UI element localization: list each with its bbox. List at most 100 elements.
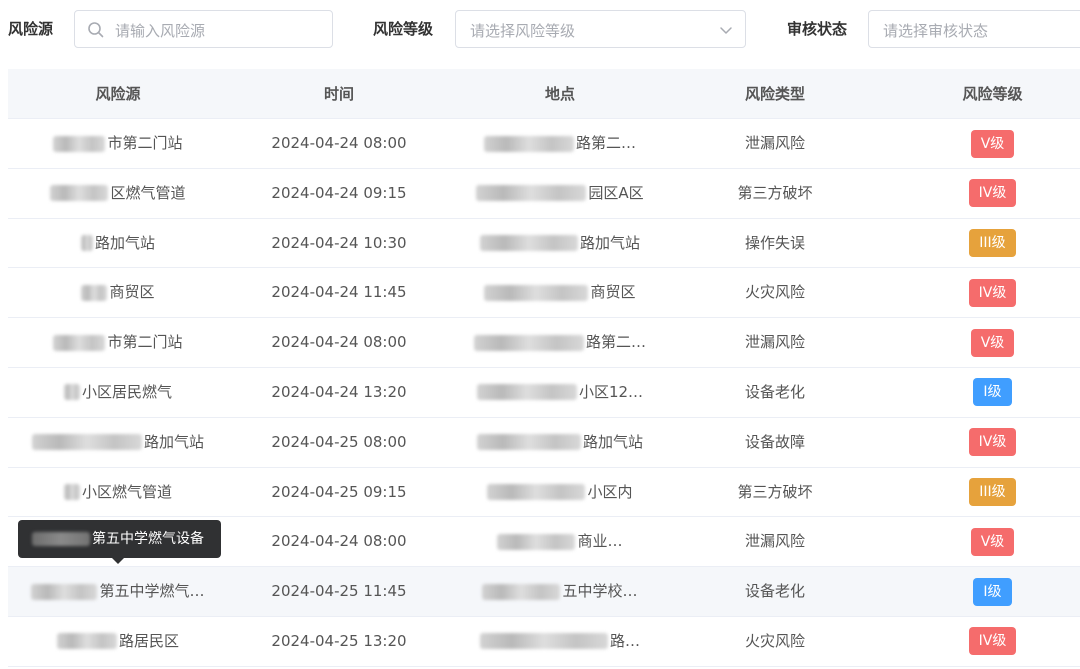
- chevron-down-icon: [720, 27, 732, 34]
- table-row[interactable]: 路加气站 2024-04-24 10:30 路加气站 操作失误 III级: [8, 218, 1080, 269]
- cell-location: 小区内: [450, 468, 670, 517]
- source-filter-label: 风险源: [8, 20, 54, 38]
- cell-time: 2024-04-25 11:45: [271, 582, 407, 601]
- status-select[interactable]: 请选择审核状态: [868, 10, 1080, 48]
- cell-location: 路…: [450, 617, 670, 666]
- redacted-text: [473, 334, 584, 351]
- risk-level-badge: V级: [970, 527, 1015, 556]
- level-filter-label: 风险等级: [373, 20, 434, 38]
- redacted-text: [487, 484, 586, 501]
- table-row[interactable]: 市第二门站 2024-04-24 08:00 路第二… 泄漏风险 V级: [8, 318, 1080, 368]
- cell-level: IV级: [880, 169, 1080, 218]
- redacted-text: [476, 384, 577, 401]
- redacted-text: [31, 434, 142, 451]
- cell-location: 路加气站: [450, 219, 670, 268]
- cell-source: 商贸区: [8, 268, 228, 317]
- cell-location: 路第二…: [450, 119, 670, 168]
- table-row[interactable]: 商贸区 2024-04-24 11:45 商贸区 火灾风险 IV级: [8, 268, 1080, 319]
- tooltip: 第五中学燃气设备: [18, 520, 221, 558]
- cell-level: V级: [880, 119, 1080, 168]
- cell-time: 2024-04-24 13:20: [271, 382, 407, 401]
- redacted-text: [476, 185, 587, 202]
- cell-source: 路居民区: [8, 617, 228, 666]
- table-row[interactable]: 路居民区 2024-04-25 13:20 路… 火灾风险 IV级: [8, 616, 1080, 667]
- redacted-text: [80, 235, 93, 252]
- cell-time: 2024-04-24 11:45: [271, 283, 407, 302]
- cell-level: I级: [880, 368, 1080, 417]
- cell-level: IV级: [880, 268, 1080, 317]
- header-level: 风险等级: [962, 85, 1023, 103]
- cell-type: 泄漏风险: [744, 532, 805, 551]
- cell-type: 设备老化: [744, 582, 805, 601]
- risk-level-badge: I级: [973, 577, 1012, 606]
- table-row[interactable]: 市第二门站 2024-04-24 08:00 路第二… 泄漏风险 V级: [8, 119, 1080, 169]
- cell-location: 商贸区: [450, 268, 670, 317]
- redacted-text: [63, 384, 80, 401]
- redacted-text: [483, 135, 574, 152]
- cell-level: IV级: [880, 617, 1080, 666]
- redacted-text: [81, 284, 108, 301]
- risk-level-badge: III级: [969, 478, 1016, 507]
- cell-level: I级: [880, 567, 1080, 616]
- cell-level: IV级: [880, 418, 1080, 467]
- cell-type: 第三方破坏: [737, 482, 813, 501]
- cell-type: 火灾风险: [744, 631, 805, 650]
- status-filter-label: 审核状态: [787, 20, 848, 38]
- cell-type: 泄漏风险: [744, 333, 805, 352]
- redacted-text: [32, 532, 90, 546]
- header-location: 地点: [544, 85, 575, 103]
- table-row[interactable]: 区燃气管道 2024-04-24 09:15 园区A区 第三方破坏 IV级: [8, 168, 1080, 219]
- filter-bar: 风险源 请输入风险源 风险等级 请选择风险等级 审核状态 请选择审核状态: [0, 0, 1080, 58]
- level-select[interactable]: 请选择风险等级: [455, 10, 746, 48]
- header-time: 时间: [323, 85, 354, 103]
- risk-level-badge: IV级: [968, 627, 1017, 656]
- redacted-text: [482, 583, 561, 600]
- header-type: 风险类型: [744, 85, 805, 103]
- cell-source: 小区居民燃气: [8, 368, 228, 417]
- cell-time: 2024-04-25 08:00: [271, 432, 407, 451]
- cell-level: V级: [880, 517, 1080, 566]
- cell-time: 2024-04-24 09:15: [271, 183, 407, 202]
- redacted-text: [53, 135, 106, 152]
- risk-level-badge: IV级: [968, 278, 1017, 307]
- cell-level: III级: [880, 219, 1080, 268]
- cell-location: 小区12…: [450, 368, 670, 417]
- risk-level-badge: I级: [973, 378, 1012, 407]
- cell-source: 区燃气管道: [8, 169, 228, 218]
- risk-level-badge: V级: [970, 328, 1015, 357]
- cell-type: 泄漏风险: [744, 134, 805, 152]
- cell-location: 五中学校…: [450, 567, 670, 616]
- table-header: 风险源 时间 地点 风险类型 风险等级: [8, 69, 1080, 119]
- redacted-text: [476, 434, 581, 451]
- cell-time: 2024-04-24 08:00: [271, 134, 407, 152]
- table-row[interactable]: 第五中学燃气… 2024-04-25 11:45 五中学校… 设备老化 I级: [8, 567, 1080, 617]
- table-body: 市第二门站 2024-04-24 08:00 路第二… 泄漏风险 V级 区燃气管道 2024…: [8, 119, 1080, 667]
- table-row[interactable]: 路加气站 2024-04-25 08:00 路加气站 设备故障 IV级: [8, 417, 1080, 468]
- risk-level-badge: V级: [970, 129, 1015, 158]
- source-search-input[interactable]: 请输入风险源: [74, 10, 333, 48]
- tooltip-text: 第五中学燃气设备: [92, 531, 204, 547]
- header-source: 风险源: [95, 85, 141, 103]
- cell-location: 路第二…: [450, 318, 670, 367]
- cell-time: 2024-04-25 09:15: [271, 482, 407, 501]
- risk-level-badge: IV级: [968, 428, 1017, 457]
- cell-location: 路加气站: [450, 418, 670, 467]
- redacted-text: [31, 583, 98, 600]
- table-row[interactable]: 小区燃气管道 2024-04-25 09:15 小区内 第三方破坏 III级: [8, 467, 1080, 518]
- redacted-text: [479, 633, 608, 650]
- risk-level-badge: IV级: [968, 179, 1017, 208]
- cell-source: 第五中学燃气…: [8, 567, 228, 616]
- redacted-text: [56, 633, 117, 650]
- cell-time: 2024-04-25 13:20: [271, 631, 407, 650]
- table-row[interactable]: 小区居民燃气 2024-04-24 13:20 小区12… 设备老化 I级: [8, 367, 1080, 418]
- risk-table: 风险源 时间 地点 风险类型 风险等级 市第二门站 2024-04-24 08:0…: [8, 69, 1080, 667]
- redacted-text: [479, 235, 578, 252]
- cell-source: 路加气站: [8, 418, 228, 467]
- cell-level: V级: [880, 318, 1080, 367]
- cell-level: III级: [880, 468, 1080, 517]
- cell-time: 2024-04-24 10:30: [271, 233, 407, 252]
- source-search-placeholder: 请输入风险源: [115, 22, 206, 40]
- cell-type: 第三方破坏: [737, 183, 813, 202]
- cell-source: 市第二门站: [8, 318, 228, 367]
- redacted-text: [63, 484, 80, 501]
